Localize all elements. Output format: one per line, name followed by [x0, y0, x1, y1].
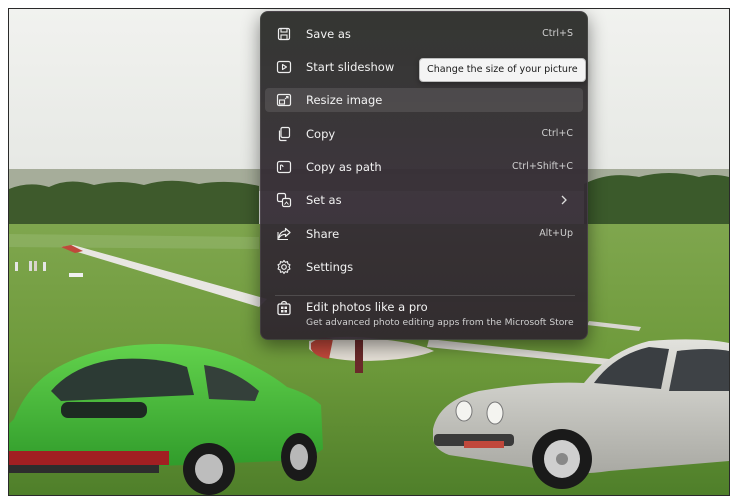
menu-item-resize-image[interactable]: Resize image: [265, 88, 583, 112]
promo-subtitle: Get advanced photo editing apps from the…: [306, 317, 574, 328]
menu-item-shortcut: Ctrl+C: [541, 128, 574, 139]
promo-title: Edit photos like a pro: [306, 300, 428, 314]
chevron-right-icon: [561, 195, 567, 205]
save-icon: [277, 27, 291, 41]
menu-item-shortcut: Ctrl+Shift+C: [511, 161, 573, 172]
menu-item-settings[interactable]: Settings: [265, 255, 583, 279]
photo-viewer-canvas: Save as Ctrl+S Start slideshow Resize im…: [8, 8, 730, 496]
slideshow-icon: [276, 60, 292, 74]
set-as-icon: [276, 192, 292, 208]
menu-item-shortcut: Ctrl+S: [542, 28, 573, 39]
menu-item-label: Copy as path: [306, 160, 382, 174]
menu-item-set-as[interactable]: Set as: [265, 188, 583, 212]
copy-path-icon: [276, 160, 292, 174]
menu-item-label: Save as: [306, 27, 351, 41]
menu-item-copy[interactable]: Copy Ctrl+C: [265, 122, 583, 146]
menu-item-label: Resize image: [306, 93, 383, 107]
tooltip: Change the size of your picture: [419, 58, 586, 82]
menu-separator: [275, 295, 575, 296]
menu-item-save-as[interactable]: Save as Ctrl+S: [265, 22, 583, 46]
resize-icon: [276, 93, 292, 107]
menu-item-label: Set as: [306, 193, 342, 207]
menu-item-copy-as-path[interactable]: Copy as path Ctrl+Shift+C: [265, 155, 583, 179]
menu-item-shortcut: Alt+Up: [539, 228, 573, 239]
menu-item-label: Settings: [306, 260, 354, 274]
settings-icon: [277, 259, 291, 275]
share-icon: [277, 227, 291, 241]
menu-item-share[interactable]: Share Alt+Up: [265, 222, 583, 246]
copy-icon: [278, 126, 291, 142]
store-icon: [277, 300, 291, 316]
menu-item-label: Share: [306, 227, 340, 241]
menu-item-label: Copy: [306, 127, 336, 141]
menu-item-label: Start slideshow: [306, 60, 395, 74]
